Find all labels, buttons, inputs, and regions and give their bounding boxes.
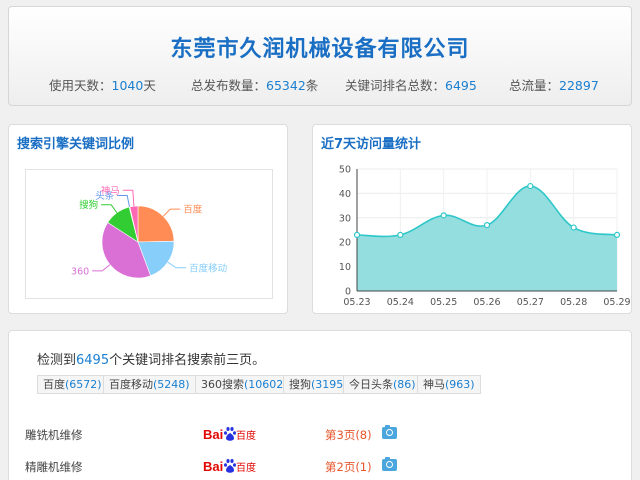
stat-keyword-rank-total: 关键词排名总数：6495 <box>345 78 477 93</box>
pie-leader-line-3 <box>101 204 118 214</box>
pie-leader-line-0 <box>162 208 181 217</box>
data-point-0[interactable] <box>353 231 361 238</box>
data-point-6[interactable] <box>613 231 621 238</box>
company-title: 东莞市久润机械设备有限公司 <box>170 37 470 62</box>
pie-label-1: 百度移动 <box>189 262 227 274</box>
keyword-text: 精雕机维修 <box>25 460 83 474</box>
y-tick-label-0: 0 <box>345 287 351 298</box>
y-tick-label-4: 40 <box>339 189 351 200</box>
visits-area-chart: 0 10 20 30 40 50 05.23 05.24 05.25 05.26 05.27 05.2… <box>339 165 631 309</box>
tag-shenma[interactable]: 神马(963) <box>417 375 481 394</box>
y-tick-label-1: 10 <box>339 262 351 273</box>
camera-icon[interactable] <box>382 425 397 439</box>
data-point-1[interactable] <box>397 231 404 238</box>
rank-text: 第2页(1) <box>325 460 372 474</box>
pie-chart-frame: 百度 百度移动 360 搜狗 头条 神马 <box>25 169 273 299</box>
pie-chart: 百度百度移动360搜狗头条神马 <box>71 185 227 279</box>
pie-leader-line-2 <box>92 264 111 272</box>
stat-total-traffic: 总流量：22897 <box>509 78 599 93</box>
pie-label-0: 百度 <box>183 204 203 216</box>
pie-leader-line-1 <box>167 261 187 269</box>
tag-toutiao[interactable]: 今日头条(86) <box>343 375 422 394</box>
keyword-panel: 检测到6495个关键词排名搜索前三页。 百度(6572) 百度移动(5248) … <box>8 330 632 480</box>
x-tick-label-0: 05.23 <box>343 297 370 308</box>
x-tick-label-4: 05.27 <box>517 297 544 308</box>
x-tick-label-5: 05.28 <box>560 297 587 308</box>
data-point-4[interactable] <box>527 182 534 190</box>
x-tick-label-1: 05.24 <box>387 297 414 308</box>
pie-leader-line-5 <box>122 189 135 207</box>
x-tick-label-2: 05.25 <box>430 297 457 308</box>
pie-label-5: 神马 <box>101 185 120 197</box>
y-tick-label-3: 30 <box>339 213 351 224</box>
rank-text: 第3页(8) <box>325 428 372 442</box>
pie-chart-panel: 搜索引擎关键词比例 百度 百度移动 360 搜狗 头条 神马 <box>8 124 288 314</box>
tag-baidu-mobile[interactable]: 百度移动(5248) <box>103 375 196 394</box>
svg-text:百度: 百度 <box>236 429 256 442</box>
keyword-row: 雕铣机维修 Bai 百度 第3页(8) <box>9 423 633 447</box>
keyword-row: 精雕机维修 Bai 百度 第2页(1) <box>9 455 633 479</box>
y-tick-label-5: 50 <box>339 165 351 176</box>
data-point-3[interactable] <box>483 222 491 229</box>
data-point-5[interactable] <box>570 224 577 231</box>
pie-leader-line-4 <box>117 195 130 208</box>
baidu-logo-icon: Bai 百度 <box>203 427 256 442</box>
svg-text:Bai: Bai <box>203 427 223 442</box>
data-point-2[interactable] <box>440 212 447 219</box>
stat-days: 使用天数：1040天 <box>49 78 156 93</box>
stats-bar: 使用天数：1040天 总发布数量：65342条 关键词排名总数：6495 总流量… <box>9 75 631 95</box>
svg-text:Bai: Bai <box>203 459 223 474</box>
keyword-text: 雕铣机维修 <box>25 428 83 442</box>
x-tick-label-3: 05.26 <box>473 297 500 308</box>
camera-icon[interactable] <box>382 457 397 471</box>
stat-publish-count: 总发布数量：65342条 <box>191 78 319 93</box>
header-panel: 东莞市久润机械设备有限公司 使用天数：1040天 总发布数量：65342条 关键… <box>8 6 632 106</box>
pie-panel-title: 搜索引擎关键词比例 <box>17 137 135 152</box>
baidu-logo-icon: Bai 百度 <box>203 459 256 474</box>
line-chart-panel: 近7天访问量统计 0 10 20 30 40 50 05.23 05.24 05.25 05.26… <box>312 124 632 314</box>
tag-baidu[interactable]: 百度(6572) <box>37 375 108 394</box>
svg-text:百度: 百度 <box>236 461 256 474</box>
x-tick-label-6: 05.29 <box>603 297 630 308</box>
detect-summary: 检测到6495个关键词排名搜索前三页。 <box>37 353 266 368</box>
pie-label-2: 360 <box>71 266 89 277</box>
y-tick-label-2: 20 <box>339 238 351 249</box>
tag-360[interactable]: 360搜索(10602) <box>195 375 294 394</box>
